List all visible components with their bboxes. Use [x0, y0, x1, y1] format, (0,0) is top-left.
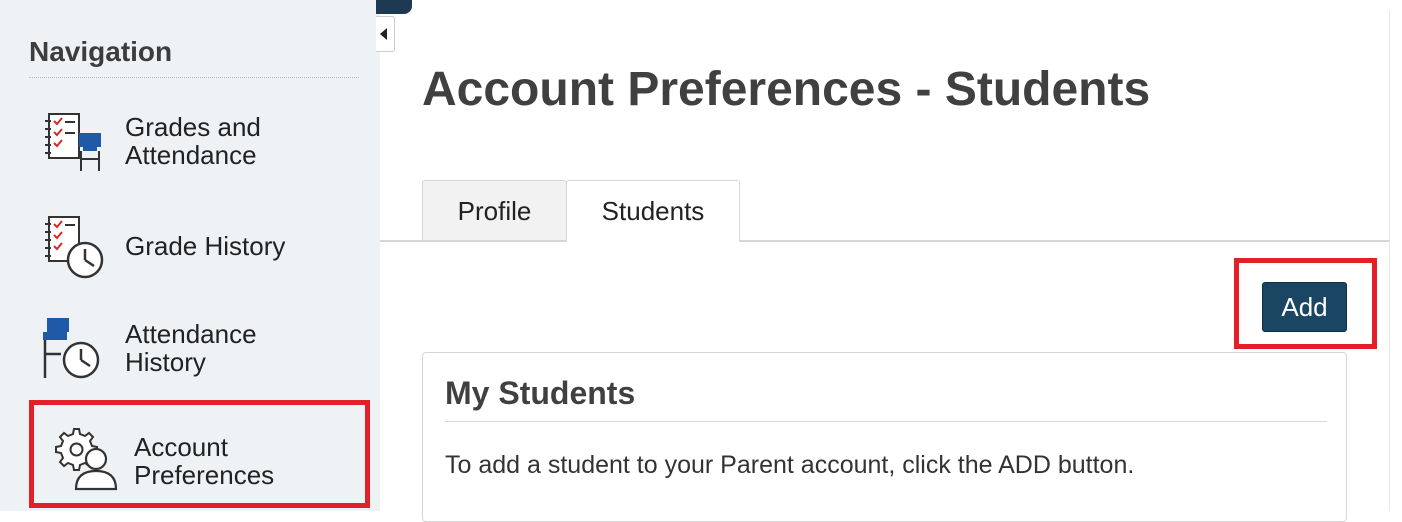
attendance-history-icon [41, 316, 105, 387]
sidebar-item-label: Grade History [125, 231, 286, 261]
grade-history-icon [43, 214, 105, 285]
page-title: Account Preferences - Students [422, 63, 1151, 116]
tab-profile[interactable]: Profile [422, 180, 567, 240]
tabs-underline [380, 240, 1390, 242]
account-preferences-icon [52, 425, 118, 496]
my-students-panel: My Students To add a student to your Par… [422, 352, 1347, 522]
sidebar-item-account-preferences[interactable]: Account Preferences [29, 400, 370, 508]
header-tab-edge [376, 0, 412, 14]
panel-instructions: To add a student to your Parent account,… [445, 451, 1135, 479]
sidebar-item-grades-attendance[interactable]: Grades and Attendance [29, 105, 370, 175]
navigation-divider [29, 77, 359, 78]
grades-attendance-icon [43, 111, 105, 178]
chevron-left-icon [380, 28, 387, 40]
sidebar: Navigation Grades and Attendance Grade H… [0, 0, 380, 511]
collapse-sidebar-button[interactable] [376, 16, 395, 52]
sidebar-item-label-line1: Attendance [125, 319, 257, 349]
sidebar-item-label-line2: Attendance [125, 140, 257, 170]
sidebar-item-attendance-history[interactable]: Attendance History [29, 310, 370, 385]
sidebar-item-label-line1: Account [134, 432, 228, 462]
sidebar-item-grade-history[interactable]: Grade History [29, 210, 370, 280]
panel-divider [445, 421, 1327, 422]
sidebar-item-label-line2: Preferences [134, 460, 275, 490]
sidebar-item-label-line2: History [125, 347, 206, 377]
navigation-title: Navigation [29, 36, 173, 67]
sidebar-item-label-line1: Grades and [125, 112, 261, 142]
tab-students[interactable]: Students [566, 180, 740, 242]
panel-title: My Students [445, 375, 636, 411]
right-edge-rule [1389, 10, 1390, 511]
add-button[interactable]: Add [1262, 282, 1347, 332]
